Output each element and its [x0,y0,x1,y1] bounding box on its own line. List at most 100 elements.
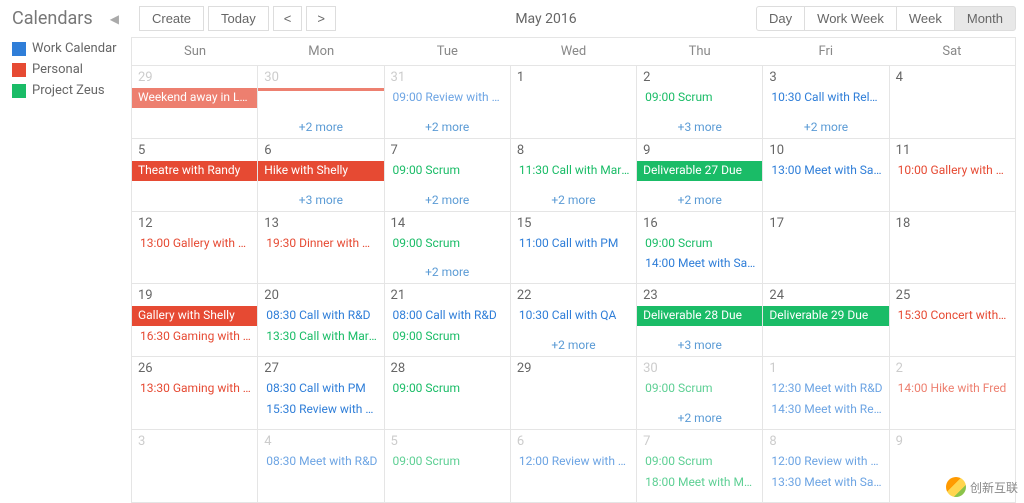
day-cell[interactable]: 9Deliverable 27 Due+2 more [637,139,763,211]
event[interactable]: Gallery with Shelly [132,306,257,326]
day-cell[interactable]: 18 [890,212,1015,284]
day-cell[interactable]: 1 [511,66,637,138]
more-link[interactable]: +2 more [637,191,762,209]
view-month[interactable]: Month [954,6,1016,31]
day-cell[interactable]: 1213:00 Gallery with Fred [132,212,258,284]
event[interactable]: 09:00 Scrum [387,161,508,181]
event[interactable]: 09:00 Scrum [387,234,508,254]
event[interactable]: 09:00 Scrum [387,452,508,472]
day-cell[interactable]: 709:00 Scrum18:00 Meet with Mark... [637,430,763,502]
event[interactable]: 12:00 Review with PM [513,452,634,472]
calendar-item[interactable]: Personal [12,62,119,77]
day-cell[interactable]: 2708:30 Call with PM15:30 Review with PM [258,357,384,429]
event[interactable]: 10:30 Call with Release [765,88,886,108]
day-cell[interactable]: 30+2 more [258,66,384,138]
more-link[interactable]: +3 more [637,336,762,354]
view-work-week[interactable]: Work Week [804,6,897,31]
event[interactable]: 13:00 Meet with Sales [765,161,886,181]
view-week[interactable]: Week [896,6,955,31]
event[interactable]: 18:00 Meet with Mark... [639,473,760,493]
event[interactable]: 14:00 Hike with Fred [892,379,1013,399]
more-link[interactable]: +2 more [511,336,636,354]
more-link[interactable]: +2 more [385,118,510,136]
day-cell[interactable]: 2515:30 Concert with Sh... [890,284,1015,356]
collapse-icon[interactable]: ◀ [110,12,119,26]
day-cell[interactable]: 1319:30 Dinner with Mitch [258,212,384,284]
today-button[interactable]: Today [208,6,269,31]
event[interactable]: Weekend away in London [132,88,257,108]
event[interactable]: 12:00 Review with Dev... [765,452,886,472]
event[interactable]: 13:30 Call with Marketi... [260,327,381,347]
event[interactable]: 09:00 Scrum [639,452,760,472]
event[interactable]: 16:30 Gaming with Mit... [134,327,255,347]
day-cell[interactable]: 3 [132,430,258,502]
event[interactable]: 08:00 Call with R&D [387,306,508,326]
event[interactable]: 11:00 Call with PM [513,234,634,254]
day-cell[interactable]: 1013:00 Meet with Sales [763,139,889,211]
day-cell[interactable]: 209:00 Scrum+3 more [637,66,763,138]
event[interactable]: 09:00 Scrum [387,327,508,347]
day-cell[interactable]: 2809:00 Scrum [385,357,511,429]
calendar-item[interactable]: Work Calendar [12,41,119,56]
day-cell[interactable]: 4 [890,66,1015,138]
event[interactable]: 13:00 Gallery with Fred [134,234,255,254]
day-cell[interactable]: 2613:30 Gaming with Ra... [132,357,258,429]
day-cell[interactable]: 5Theatre with Randy [132,139,258,211]
more-link[interactable]: +2 more [385,191,510,209]
event[interactable]: 12:30 Meet with R&D [765,379,886,399]
calendar-item[interactable]: Project Zeus [12,83,119,98]
day-cell[interactable]: 2210:30 Call with QA+2 more [511,284,637,356]
day-cell[interactable]: 310:30 Call with Release+2 more [763,66,889,138]
event[interactable]: 09:00 Scrum [639,88,760,108]
event[interactable]: Theatre with Randy [132,161,257,181]
event[interactable]: Hike with Shelly [258,161,383,181]
day-cell[interactable]: 408:30 Meet with R&D [258,430,384,502]
event[interactable]: 09:00 Scrum [639,234,760,254]
event[interactable]: 13:30 Gaming with Ra... [134,379,255,399]
event[interactable]: 15:30 Concert with Sh... [892,306,1013,326]
day-cell[interactable]: 1609:00 Scrum14:00 Meet with Sales [637,212,763,284]
event[interactable]: 08:30 Call with R&D [260,306,381,326]
day-cell[interactable]: 709:00 Scrum+2 more [385,139,511,211]
event[interactable]: 14:00 Meet with Sales [639,254,760,274]
day-cell[interactable]: 23Deliverable 28 Due+3 more [637,284,763,356]
event[interactable]: Deliverable 27 Due [637,161,762,181]
event[interactable]: 14:30 Meet with Relea... [765,400,886,420]
day-cell[interactable]: 29 [511,357,637,429]
event[interactable]: 10:30 Call with QA [513,306,634,326]
day-cell[interactable]: 29Weekend away in London [132,66,258,138]
day-cell[interactable]: 3009:00 Scrum+2 more [637,357,763,429]
event[interactable]: 13:30 Meet with Sales [765,473,886,493]
day-cell[interactable]: 1409:00 Scrum+2 more [385,212,511,284]
day-cell[interactable]: 1110:00 Gallery with Elena [890,139,1015,211]
event[interactable]: Deliverable 29 Due [763,306,888,326]
more-link[interactable]: +3 more [258,191,383,209]
more-link[interactable]: +3 more [637,118,762,136]
day-cell[interactable]: 19Gallery with Shelly16:30 Gaming with M… [132,284,258,356]
day-cell[interactable]: 812:00 Review with Dev...13:30 Meet with… [763,430,889,502]
event[interactable] [258,88,383,91]
day-cell[interactable]: 509:00 Scrum [385,430,511,502]
view-day[interactable]: Day [756,6,805,31]
next-button[interactable]: > [306,6,336,31]
more-link[interactable]: +2 more [763,118,888,136]
prev-button[interactable]: < [273,6,303,31]
more-link[interactable]: +2 more [258,118,383,136]
more-link[interactable]: +2 more [385,263,510,281]
day-cell[interactable]: 112:30 Meet with R&D14:30 Meet with Rele… [763,357,889,429]
more-link[interactable]: +2 more [637,409,762,427]
day-cell[interactable]: 17 [763,212,889,284]
day-cell[interactable]: 612:00 Review with PM [511,430,637,502]
day-cell[interactable]: 214:00 Hike with Fred [890,357,1015,429]
event[interactable]: 09:00 Scrum [387,379,508,399]
event[interactable]: 15:30 Review with PM [260,400,381,420]
event[interactable]: 09:00 Scrum [639,379,760,399]
day-cell[interactable]: 6Hike with Shelly+3 more [258,139,384,211]
day-cell[interactable]: 1511:00 Call with PM [511,212,637,284]
day-cell[interactable]: 3109:00 Review with Dev...+2 more [385,66,511,138]
day-cell[interactable]: 2108:00 Call with R&D09:00 Scrum [385,284,511,356]
event[interactable]: Deliverable 28 Due [637,306,762,326]
event[interactable]: 08:30 Meet with R&D [260,452,381,472]
event[interactable]: 09:00 Review with Dev... [387,88,508,108]
day-cell[interactable]: 811:30 Call with Marketi...+2 more [511,139,637,211]
